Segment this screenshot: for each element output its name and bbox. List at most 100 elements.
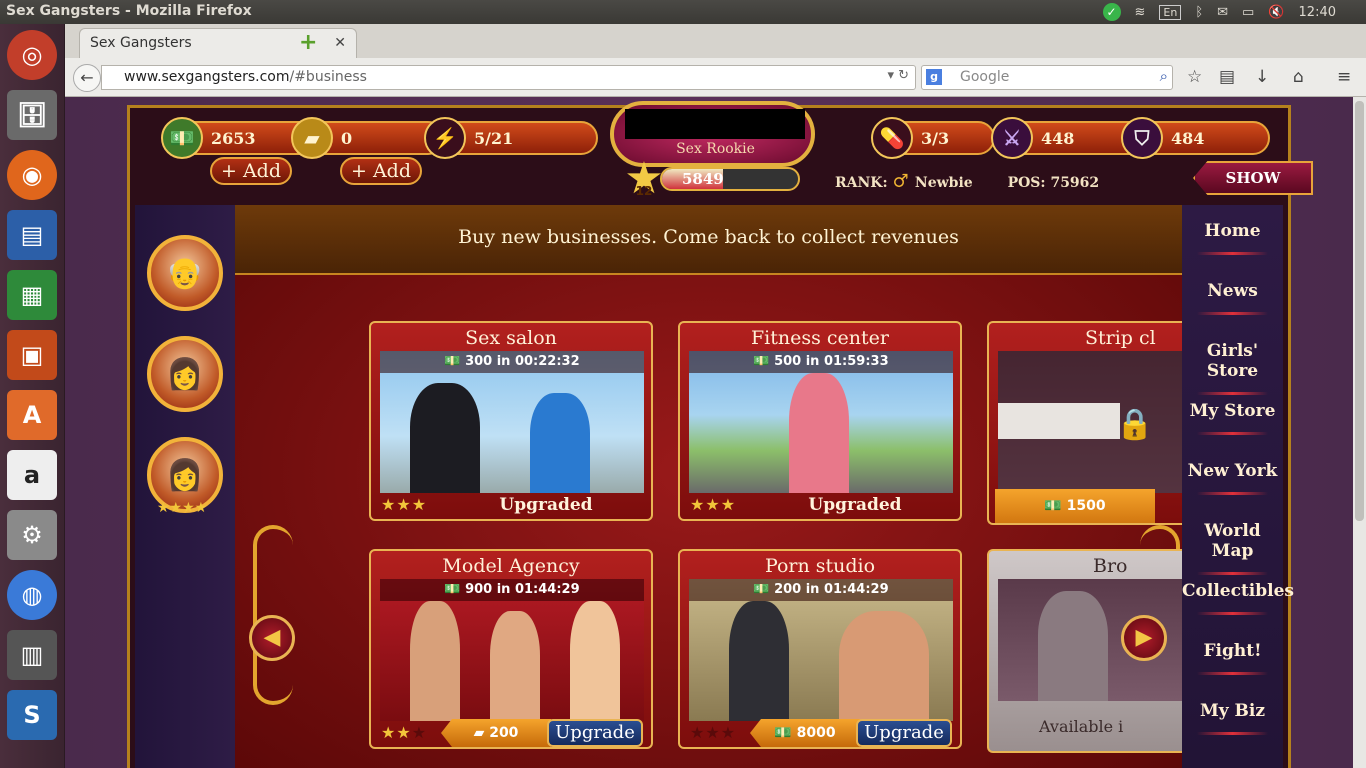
- menu-item-my-biz[interactable]: My Biz: [1182, 701, 1283, 735]
- price-value: 200: [489, 725, 519, 741]
- figure-model-3: [570, 601, 620, 721]
- card-footer: ★★★ Upgraded: [371, 491, 651, 519]
- google-icon[interactable]: g: [926, 69, 942, 85]
- new-tab-icon[interactable]: +: [299, 30, 317, 55]
- url-bar[interactable]: www.sexgangsters.com/#business ▾ ↻: [101, 65, 916, 90]
- search-icon[interactable]: ⌕: [1160, 67, 1168, 85]
- business-card-sex-salon[interactable]: Sex salon 💵 300 in 00:22:32 ★★★ Upgraded: [369, 321, 653, 521]
- sync-status-icon[interactable]: ✓: [1102, 3, 1121, 21]
- menu-item-world-map[interactable]: World Map: [1182, 521, 1283, 575]
- previous-arrow-button[interactable]: ◀: [249, 615, 295, 661]
- revenue-label: 💵 200 in 01:44:29: [689, 579, 953, 601]
- volume-muted-icon[interactable]: 🔇: [1268, 5, 1284, 20]
- battery-icon[interactable]: ▭: [1242, 5, 1254, 20]
- mail-icon[interactable]: ✉: [1217, 5, 1228, 20]
- business-card-porn-studio[interactable]: Porn studio 💵 200 in 01:44:29 ★★★ 💵 8000…: [678, 549, 962, 749]
- reload-icon[interactable]: ▾ ↻: [887, 68, 909, 83]
- figure-locked: [1038, 591, 1108, 701]
- bookmarks-menu-icon[interactable]: ▤: [1219, 67, 1235, 87]
- files-icon[interactable]: 🗄: [7, 90, 57, 140]
- rating-stars-icon: ★★★: [690, 723, 737, 742]
- figure-actors: [839, 611, 929, 721]
- browser-chrome: Sex Gangsters ✕ + ← www.sexgangsters.com…: [65, 24, 1366, 97]
- upgrade-button[interactable]: Upgrade: [547, 719, 643, 747]
- downloads-icon[interactable]: ↓: [1255, 67, 1269, 87]
- menu-item-collectibles[interactable]: Collectibles: [1182, 581, 1294, 615]
- clock[interactable]: 12:40: [1299, 5, 1336, 20]
- wifi-icon[interactable]: ≋: [1135, 5, 1146, 20]
- bluetooth-icon[interactable]: ᛒ: [1195, 5, 1203, 20]
- game-viewport: 💵 2653 ▰ 0 ⚡ 5/21 + Add + Add Sex Rookie…: [65, 97, 1353, 768]
- attack-value: 448: [1041, 129, 1075, 148]
- energy-counter: ⚡ 5/21: [424, 117, 598, 159]
- menu-item-fight[interactable]: Fight!: [1182, 641, 1283, 675]
- show-button[interactable]: SHOW: [1193, 161, 1313, 195]
- keyboard-layout-indicator[interactable]: En: [1159, 4, 1182, 20]
- menu-item-girls-store[interactable]: Girls' Store: [1182, 341, 1283, 395]
- writer-icon[interactable]: ▤: [7, 210, 57, 260]
- figure-model-1: [410, 601, 460, 721]
- menu-icon[interactable]: ≡: [1337, 67, 1351, 87]
- url-path: /#business: [289, 69, 367, 85]
- firefox-icon[interactable]: ◉: [7, 150, 57, 200]
- card-footer: ★★★ 💵 8000 Upgrade: [680, 719, 960, 747]
- home-icon[interactable]: ⌂: [1293, 67, 1304, 87]
- business-card-fitness-center[interactable]: Fitness center 💵 500 in 01:59:33 ★★★ Upg…: [678, 321, 962, 521]
- app-icon[interactable]: S: [7, 690, 57, 740]
- buy-price-button[interactable]: 💵 1500: [995, 489, 1155, 523]
- page-scrollbar[interactable]: [1353, 97, 1366, 768]
- price-value: 1500: [1066, 498, 1106, 514]
- avatar-friend-2[interactable]: 👩: [147, 336, 223, 412]
- search-box[interactable]: g Google ⌕: [921, 65, 1173, 90]
- revenue-label: 💵 500 in 01:59:33: [689, 351, 953, 373]
- menu-item-news[interactable]: News: [1182, 281, 1283, 315]
- player-title: Sex Rookie: [676, 141, 755, 157]
- workspaces-icon[interactable]: ▥: [7, 630, 57, 680]
- business-image: 💵 500 in 01:59:33: [689, 351, 953, 493]
- gold-value: 0: [341, 129, 353, 148]
- shield-icon: ⛉: [1121, 117, 1163, 159]
- upgrade-button[interactable]: Upgrade: [856, 719, 952, 747]
- impress-icon[interactable]: ▣: [7, 330, 57, 380]
- health-counter: 💊 3/3: [871, 117, 995, 159]
- add-gold-button[interactable]: + Add: [340, 157, 422, 185]
- amazon-icon[interactable]: a: [7, 450, 57, 500]
- bookmark-star-icon[interactable]: ☆: [1187, 67, 1202, 87]
- navigation-bar: ← www.sexgangsters.com/#business ▾ ↻ g G…: [65, 58, 1366, 97]
- business-image: 💵 900 in 01:44:29: [380, 579, 644, 721]
- rating-stars-icon: ★★★: [381, 495, 428, 514]
- energy-value: 5/21: [474, 129, 514, 148]
- business-card-strip-club[interactable]: Strip cl 🔒 💵 1500: [987, 321, 1187, 525]
- software-center-icon[interactable]: A: [7, 390, 57, 440]
- figure-athlete: [789, 373, 849, 493]
- rating-stars-icon: ★★★: [690, 495, 737, 514]
- rank-value: Newbie: [914, 175, 973, 191]
- cash-value: 2653: [211, 129, 256, 148]
- add-cash-button[interactable]: + Add: [210, 157, 292, 185]
- locked-ribbon: [998, 403, 1120, 439]
- ubuntu-dash-icon[interactable]: ◎: [7, 30, 57, 80]
- health-value: 3/3: [921, 129, 950, 148]
- system-settings-icon[interactable]: ⚙: [7, 510, 57, 560]
- next-arrow-button[interactable]: ▶: [1121, 615, 1167, 661]
- chromium-icon[interactable]: ◍: [7, 570, 57, 620]
- revenue-label: 💵 300 in 00:22:32: [380, 351, 644, 373]
- sword-icon: ⚔: [991, 117, 1033, 159]
- avatar-friend-1[interactable]: 👴: [147, 235, 223, 311]
- calc-icon[interactable]: ▦: [7, 270, 57, 320]
- business-title: Model Agency: [442, 555, 580, 577]
- back-button[interactable]: ←: [73, 64, 101, 92]
- menu-item-new-york[interactable]: New York: [1182, 461, 1283, 495]
- business-card-model-agency[interactable]: Model Agency 💵 900 in 01:44:29 ★★★ ▰ 200…: [369, 549, 653, 749]
- scrollbar-thumb[interactable]: [1355, 101, 1364, 521]
- revenue-value: 900 in 01:44:29: [465, 582, 580, 597]
- figure-model-2: [490, 611, 540, 721]
- unity-launcher: ◎ 🗄 ◉ ▤ ▦ ▣ A a ⚙ ◍ ▥ S: [0, 24, 65, 768]
- os-top-panel: Sex Gangsters - Mozilla Firefox ✓ ≋ En ᛒ…: [0, 0, 1366, 24]
- close-tab-icon[interactable]: ✕: [334, 35, 346, 51]
- rank-symbol-icon: ♂: [892, 171, 915, 192]
- menu-item-my-store[interactable]: My Store: [1182, 401, 1283, 435]
- revenue-value: 200 in 01:44:29: [774, 582, 889, 597]
- figure-man: [410, 383, 480, 493]
- menu-item-home[interactable]: Home: [1182, 221, 1283, 255]
